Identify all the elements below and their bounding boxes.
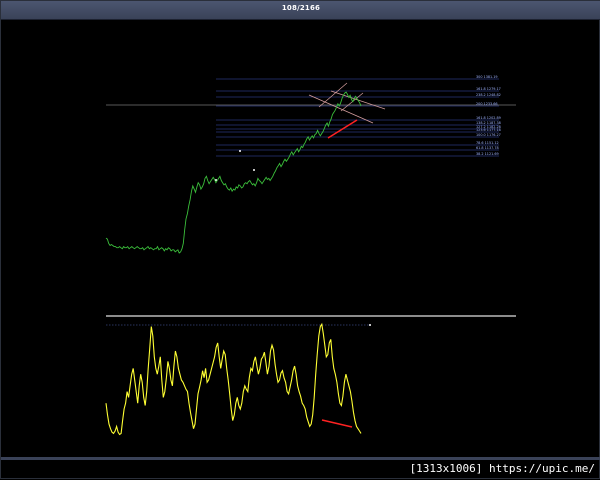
swing-marker [239,150,241,152]
level-label: 300 1381.19 [476,75,498,79]
chart-window: 108/2166 300 1381.19 161.8 1279.17 238.2 1… [0,0,600,479]
oscillator-line [105,322,362,436]
oscillator-divergence-line [321,419,353,428]
oscillator-marker-dot [369,324,371,326]
fan-lines [308,82,386,124]
level-label: 200 1233.66 [476,102,498,106]
level-label: 78.6 1151.12 [476,141,499,145]
price-line [105,91,362,254]
level-label: 161.8 1279.17 [476,87,501,91]
swing-markers [215,150,255,181]
fibonacci-levels: 300 1381.19 161.8 1279.17 238.2 1248.82 200… [216,75,501,157]
level-label: 100.0 1176.27 [476,133,501,137]
fan-line [308,94,374,124]
level-label: 161.8 1202.89 [476,116,501,120]
chart-canvas: 300 1381.19 161.8 1279.17 238.2 1248.82 200… [105,75,516,436]
watermark: [1313x1006] https://upic.me/ [409,462,595,475]
bottom-rule [1,457,600,460]
level-label: 38.2 1121.69 [476,152,499,156]
level-label: 238.2 1248.82 [476,93,501,97]
level-label: 61.8 1137.78 [476,146,499,150]
level-label: 123.6 1177.18 [476,128,501,132]
swing-marker [215,179,217,181]
swing-marker [253,169,255,171]
